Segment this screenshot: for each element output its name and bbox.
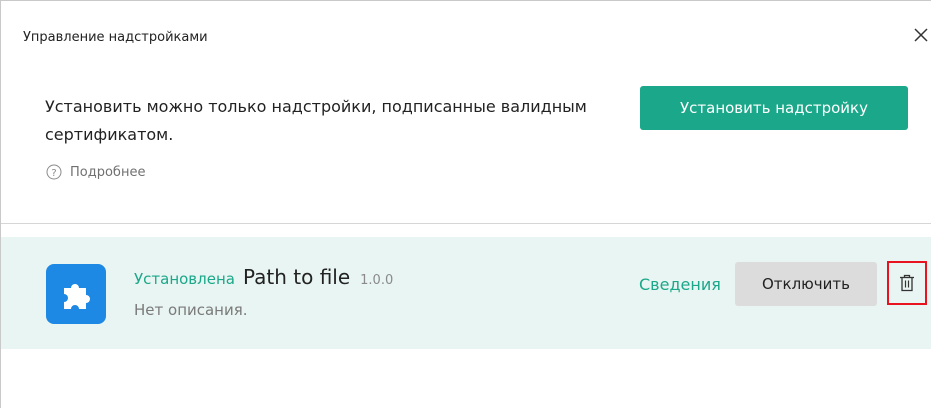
divider: [1, 223, 931, 224]
signature-notice: Установить можно только надстройки, подп…: [45, 97, 587, 144]
trash-icon: [900, 274, 914, 292]
close-icon: [914, 28, 928, 42]
addon-list-item: Установлена Path to file 1.0.0 Нет описа…: [1, 237, 931, 349]
close-button[interactable]: [911, 25, 931, 45]
question-circle-icon: ?: [46, 164, 62, 180]
disable-button[interactable]: Отключить: [735, 262, 877, 306]
dialog-title: Управление надстройками: [23, 30, 208, 45]
svg-text:?: ?: [51, 168, 56, 179]
puzzle-icon: [64, 284, 90, 309]
more-info-label: Подробнее: [70, 164, 146, 180]
install-addon-button[interactable]: Установить надстройку: [640, 86, 908, 130]
addon-version: 1.0.0: [360, 273, 394, 288]
addon-name: Path to file: [242, 265, 351, 289]
addon-header: Установлена Path to file 1.0.0: [134, 265, 393, 289]
addon-status: Установлена: [134, 270, 235, 288]
addon-icon: [46, 264, 106, 324]
addons-dialog: Управление надстройками Установить можно…: [0, 0, 931, 408]
delete-addon-button[interactable]: [887, 261, 927, 305]
details-link[interactable]: Сведения: [639, 275, 721, 294]
addon-description: Нет описания.: [134, 301, 248, 319]
more-info-link[interactable]: ? Подробнее: [46, 164, 145, 180]
